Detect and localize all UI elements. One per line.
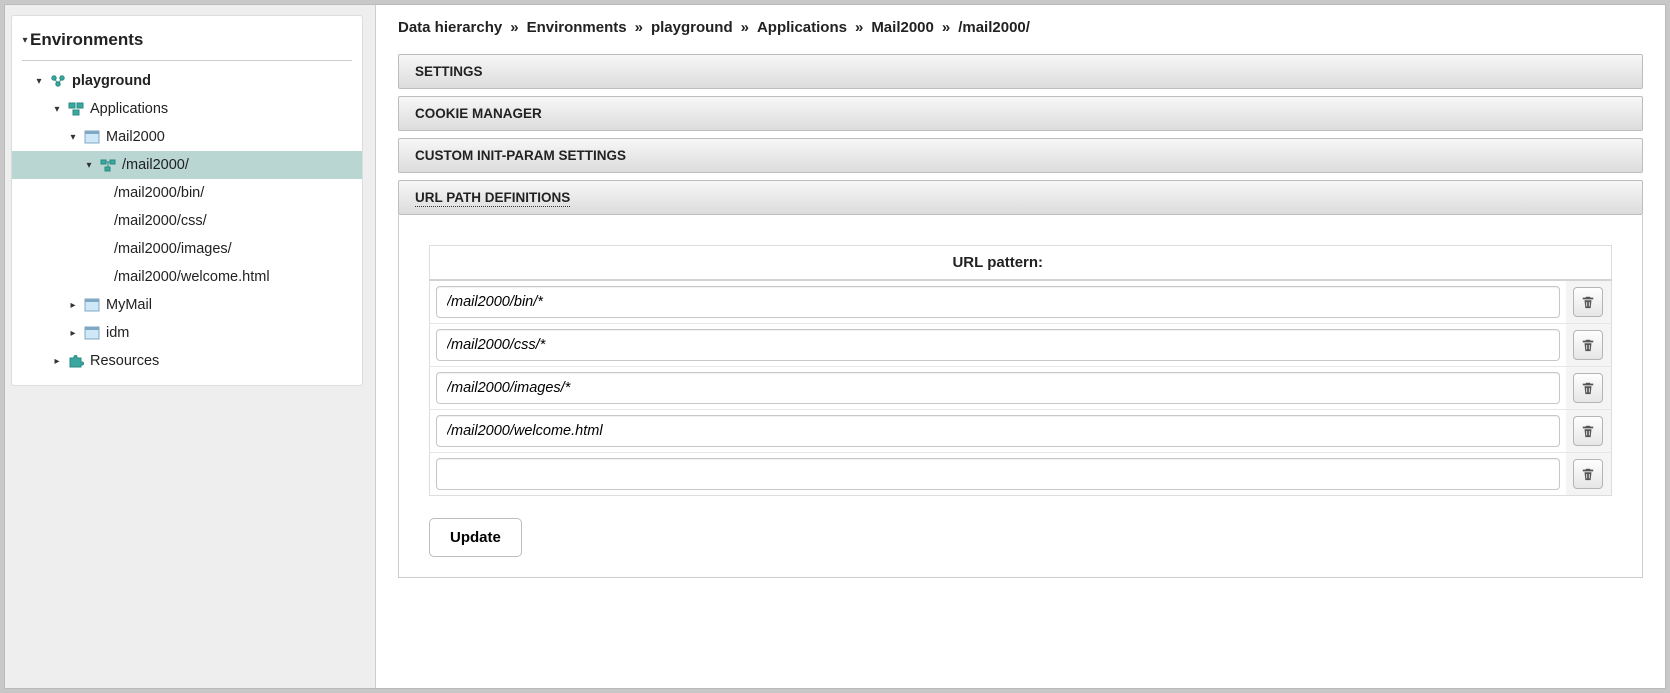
table-row [430,367,1612,410]
url-pattern-input[interactable] [436,372,1560,404]
delete-button[interactable] [1573,416,1603,446]
tree-label: /mail2000/bin/ [114,185,204,201]
url-pattern-input[interactable] [436,329,1560,361]
apps-icon [68,102,84,116]
section-label: URL PATH DEFINITIONS [415,190,570,207]
breadcrumb-item[interactable]: /mail2000/ [958,19,1030,36]
table-header-url-pattern: URL pattern: [430,246,1566,281]
table-row [430,453,1612,496]
app-root: ▾ Environments ▾ playground ▾ Applicatio… [4,4,1666,689]
tree-item-child[interactable]: ▾ /mail2000/images/ [12,235,362,263]
breadcrumb-sep: » [737,19,753,36]
tree-item-idm[interactable]: ▸ idm [12,319,362,347]
table-row [430,280,1612,324]
chevron-right-icon: ▸ [68,328,78,338]
tree-panel: ▾ Environments ▾ playground ▾ Applicatio… [11,15,363,386]
url-pattern-input[interactable] [436,415,1560,447]
breadcrumb-sep: » [938,19,954,36]
breadcrumb-item[interactable]: playground [651,19,733,36]
tree-item-applications[interactable]: ▾ Applications [12,95,362,123]
breadcrumb-item[interactable]: Environments [527,19,627,36]
chevron-right-icon: ▸ [52,356,62,366]
window-icon [84,298,100,312]
delete-button[interactable] [1573,373,1603,403]
tree-item-child[interactable]: ▾ /mail2000/bin/ [12,179,362,207]
tree-item-mail2000-root[interactable]: ▾ /mail2000/ [12,151,362,179]
trash-icon [1581,467,1595,481]
tree-item-child[interactable]: ▾ /mail2000/css/ [12,207,362,235]
tree-label: /mail2000/css/ [114,213,207,229]
tree-label: Applications [90,101,168,117]
sidebar: ▾ Environments ▾ playground ▾ Applicatio… [5,5,375,688]
section-init-param[interactable]: CUSTOM INIT-PARAM SETTINGS [398,138,1643,173]
breadcrumb-sep: » [631,19,647,36]
breadcrumb: Data hierarchy » Environments » playgrou… [398,19,1643,36]
trash-icon [1581,338,1595,352]
breadcrumb-item[interactable]: Mail2000 [871,19,934,36]
update-button[interactable]: Update [429,518,522,557]
tree-label: idm [106,325,129,341]
tree-label: /mail2000/ [122,157,189,173]
url-pattern-table: URL pattern: [429,245,1612,496]
tree-label: Mail2000 [106,129,165,145]
tree-label: Resources [90,353,159,369]
section-settings[interactable]: SETTINGS [398,54,1643,89]
section-label: SETTINGS [415,64,483,79]
chevron-down-icon: ▾ [68,132,78,142]
table-header-actions [1566,246,1612,281]
chevron-down-icon: ▾ [20,35,30,45]
tree-label: /mail2000/images/ [114,241,232,257]
section-cookie-manager[interactable]: COOKIE MANAGER [398,96,1643,131]
breadcrumb-sep: » [851,19,867,36]
tree-item-child[interactable]: ▾ /mail2000/welcome.html [12,263,362,291]
delete-button[interactable] [1573,287,1603,317]
puzzle-icon [68,354,84,368]
tree-item-mymail[interactable]: ▸ MyMail [12,291,362,319]
delete-button[interactable] [1573,459,1603,489]
tree-item-mail2000[interactable]: ▾ Mail2000 [12,123,362,151]
chevron-down-icon: ▾ [52,104,62,114]
tree-title-row[interactable]: ▾ Environments [12,26,362,56]
section-url-path-definitions[interactable]: URL PATH DEFINITIONS [398,180,1643,215]
cluster-icon [50,74,66,88]
tree-label: playground [72,73,151,89]
trash-icon [1581,424,1595,438]
tree-separator [22,60,352,61]
breadcrumb-item[interactable]: Applications [757,19,847,36]
chevron-right-icon: ▸ [68,300,78,310]
url-pattern-input[interactable] [436,458,1560,490]
section-label: CUSTOM INIT-PARAM SETTINGS [415,148,626,163]
trash-icon [1581,381,1595,395]
breadcrumb-item[interactable]: Data hierarchy [398,19,502,36]
table-row [430,324,1612,367]
tree-label: /mail2000/welcome.html [114,269,270,285]
tree-title: Environments [30,30,143,50]
section-body-url-path: URL pattern: [398,215,1643,578]
tree-label: MyMail [106,297,152,313]
window-icon [84,326,100,340]
delete-button[interactable] [1573,330,1603,360]
chevron-down-icon: ▾ [84,160,94,170]
trash-icon [1581,295,1595,309]
main-content: Data hierarchy » Environments » playgrou… [375,5,1665,688]
chevron-down-icon: ▾ [34,76,44,86]
tree-item-playground[interactable]: ▾ playground [12,67,362,95]
breadcrumb-sep: » [506,19,522,36]
section-label: COOKIE MANAGER [415,106,542,121]
table-row [430,410,1612,453]
window-icon [84,130,100,144]
tree-item-resources[interactable]: ▸ Resources [12,347,362,375]
url-pattern-input[interactable] [436,286,1560,318]
flow-icon [100,158,116,172]
